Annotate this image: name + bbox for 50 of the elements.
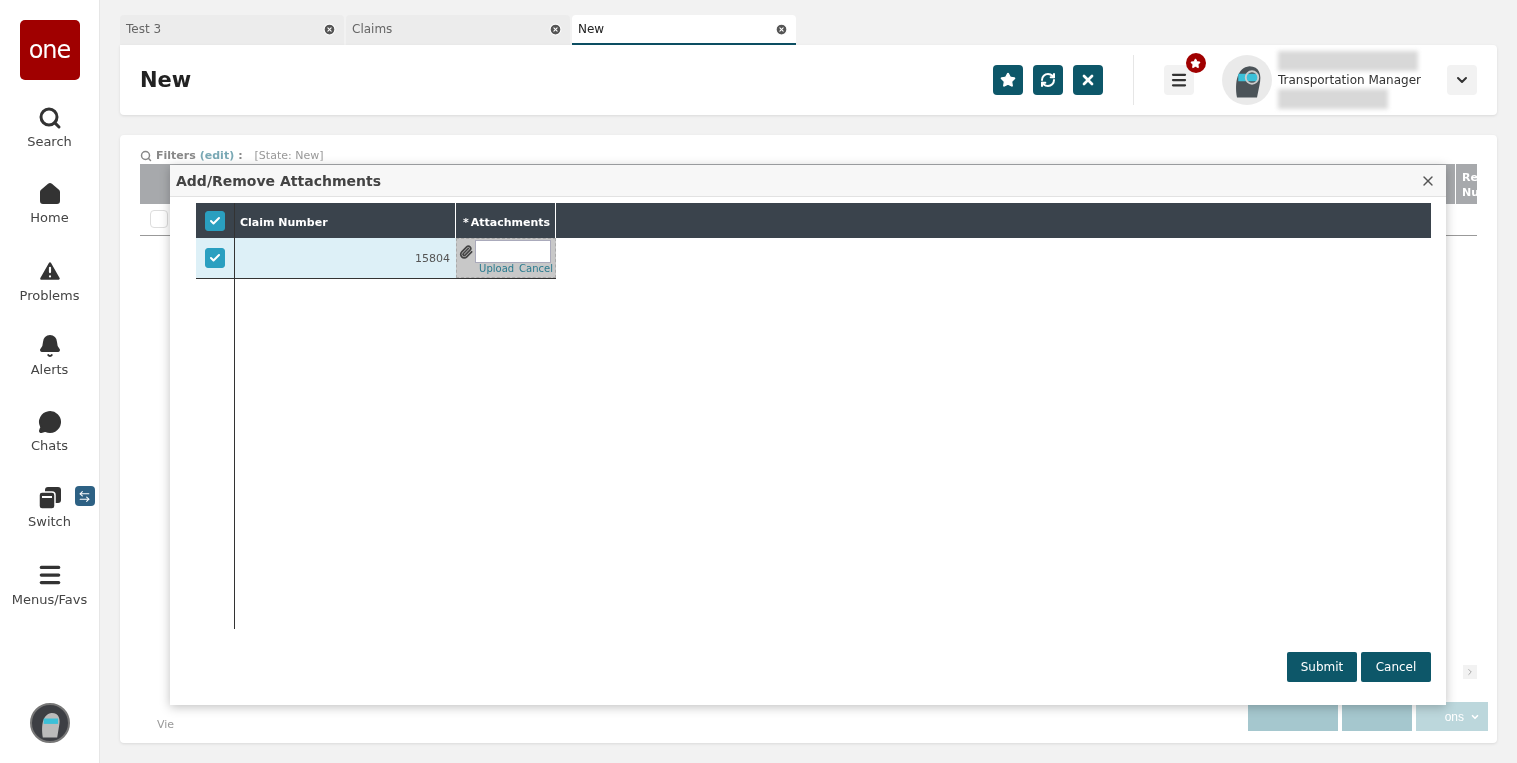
check-icon <box>209 252 221 264</box>
check-icon <box>209 214 221 227</box>
select-all-checkbox[interactable] <box>205 210 225 231</box>
close-icon[interactable] <box>549 22 562 36</box>
table-cell: 15804 <box>235 238 456 278</box>
chat-icon <box>37 410 62 434</box>
close-button[interactable] <box>1072 65 1103 95</box>
nav-item[interactable]: Home <box>0 182 100 258</box>
nav-item[interactable]: Search <box>0 106 100 182</box>
menu-button[interactable] <box>1163 65 1194 95</box>
home-icon <box>37 182 62 206</box>
dropdown-button[interactable] <box>1447 65 1477 95</box>
star-icon <box>999 72 1016 88</box>
swap-icon[interactable] <box>74 486 95 506</box>
tab[interactable]: Test 3 <box>120 15 344 45</box>
profile-avatar[interactable] <box>29 703 70 743</box>
close-icon[interactable] <box>775 22 788 36</box>
filter-value: [State: New] <box>254 149 324 162</box>
star-badge <box>1185 53 1206 73</box>
filters-colon: : <box>238 149 243 162</box>
avatar-icon <box>1221 55 1272 105</box>
logo[interactable]: one <box>19 20 80 80</box>
row-checkbox[interactable] <box>205 248 225 268</box>
windows-icon <box>37 486 62 510</box>
paperclip-icon <box>459 244 473 259</box>
dialog-button[interactable]: Submit <box>1287 652 1357 682</box>
refresh-button[interactable] <box>1032 65 1063 95</box>
tab[interactable]: New <box>572 15 796 45</box>
nav-item[interactable]: Menus/Favs <box>0 562 100 638</box>
close-icon[interactable] <box>323 22 336 36</box>
menu-icon <box>1169 71 1188 89</box>
filters-label: Filters <box>156 149 196 162</box>
search-icon <box>140 149 152 162</box>
dialog-button[interactable]: Cancel <box>1361 652 1431 682</box>
footer-text: Vie <box>157 718 175 731</box>
tab[interactable]: Claims <box>346 15 570 45</box>
nav-item[interactable]: Switch <box>0 486 100 562</box>
user-role: Transportation Manager <box>1277 73 1421 87</box>
bell-icon <box>37 334 62 358</box>
nav-item[interactable]: Chats <box>0 410 100 486</box>
nav-item[interactable]: Problems <box>0 258 100 334</box>
search-icon <box>37 106 62 130</box>
checkbox[interactable] <box>150 210 168 228</box>
file-field[interactable] <box>475 240 551 263</box>
nav-item[interactable]: Alerts <box>0 334 100 410</box>
favorite-button[interactable] <box>992 65 1023 95</box>
refresh-icon <box>1039 72 1056 88</box>
required-mark: * <box>463 216 469 229</box>
page-title: New <box>140 68 192 92</box>
dialog-title: Add/Remove Attachments <box>176 172 381 189</box>
